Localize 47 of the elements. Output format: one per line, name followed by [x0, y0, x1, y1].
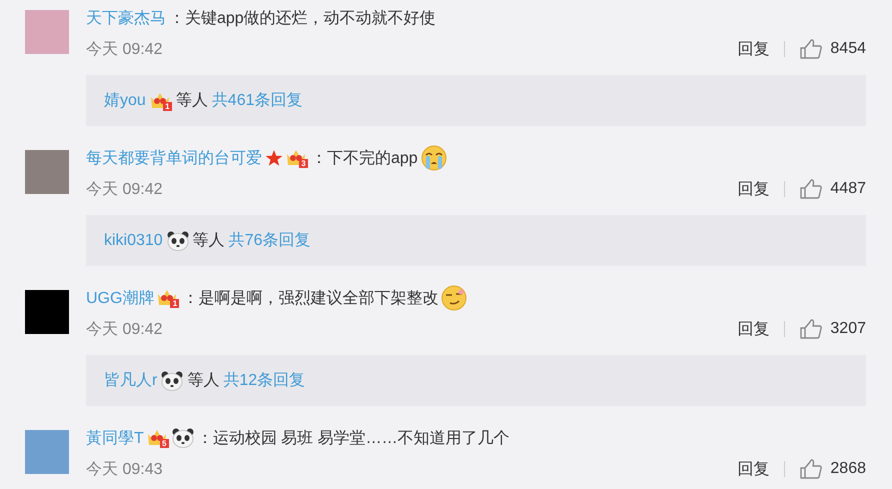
- crown-badge-icon: [150, 90, 172, 110]
- comment-text: ：运动校园 易班 易学堂……不知道用了几个: [196, 428, 510, 448]
- username-link[interactable]: UGG潮牌: [86, 288, 154, 308]
- panda-icon: [161, 370, 184, 390]
- username-link[interactable]: 黃同學T: [86, 428, 144, 448]
- reply-username-link[interactable]: 皆凡人r: [104, 370, 158, 391]
- username-link[interactable]: 天下豪杰马: [86, 8, 166, 28]
- comment-text: ：关键app做的还烂，动不动就不好使: [169, 8, 436, 28]
- reply-count-link[interactable]: 共461条回复: [212, 90, 302, 111]
- thumbs-up-icon[interactable]: [800, 179, 822, 199]
- reply-link[interactable]: 回复: [737, 458, 770, 480]
- reply-username-link[interactable]: 婧you: [104, 90, 146, 111]
- reply-link[interactable]: 回复: [737, 38, 770, 60]
- like-count: 8454: [830, 40, 866, 58]
- like-count: 4487: [830, 180, 866, 198]
- reply-others-label: 等人: [192, 231, 225, 251]
- like-count: 3207: [830, 320, 866, 338]
- reply-others-label: 等人: [187, 371, 220, 391]
- reply-link[interactable]: 回复: [737, 178, 770, 200]
- thumbs-up-icon[interactable]: [800, 459, 822, 479]
- crown-badge-icon: [157, 288, 180, 308]
- reply-others-label: 等人: [176, 91, 208, 111]
- smirking-face-icon: [441, 285, 468, 311]
- comment-text: ：是啊是啊，强烈建议全部下架整改: [182, 288, 438, 308]
- panda-icon: [166, 230, 189, 250]
- vip-level-number: 1: [164, 102, 171, 110]
- comment-time: 今天 09:42: [86, 180, 164, 200]
- reply-count-link[interactable]: 共12条回复: [223, 370, 306, 391]
- star-icon: [265, 149, 283, 167]
- username-link[interactable]: 每天都要背单词的台可爱: [86, 148, 262, 168]
- comment-text: ：下不完的app: [311, 148, 418, 168]
- crying-face-icon: [420, 145, 447, 171]
- vip-level-number: 1: [172, 299, 178, 308]
- comment-time: 今天 09:43: [86, 460, 164, 480]
- crown-badge-icon: [286, 148, 308, 168]
- reply-count-link[interactable]: 共76条回复: [228, 230, 310, 251]
- vip-level-number: 3: [300, 159, 307, 168]
- thumbs-up-icon[interactable]: [800, 319, 822, 339]
- comment-time: 今天 09:42: [86, 40, 164, 60]
- reply-username-link[interactable]: kiki0310: [104, 232, 163, 250]
- reply-link[interactable]: 回复: [737, 318, 770, 340]
- comment-time: 今天 09:42: [86, 320, 164, 340]
- panda-icon: [172, 428, 194, 448]
- like-count: 2868: [830, 460, 866, 478]
- vip-level-number: 5: [161, 439, 168, 448]
- crown-badge-icon: [146, 428, 169, 448]
- thumbs-up-icon[interactable]: [800, 39, 822, 59]
